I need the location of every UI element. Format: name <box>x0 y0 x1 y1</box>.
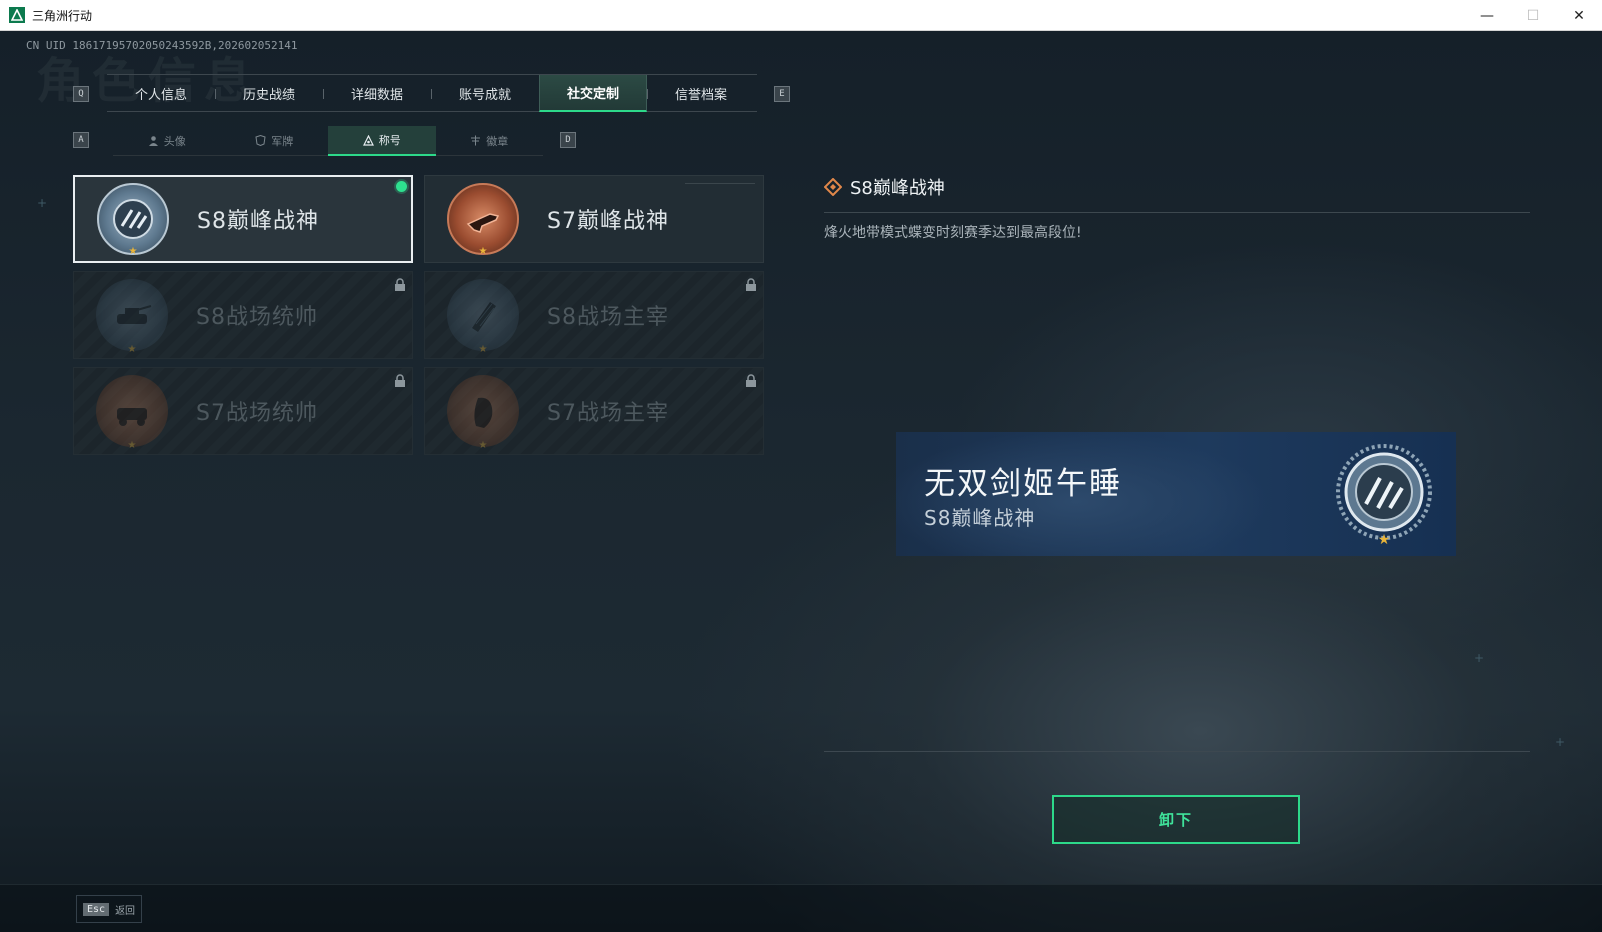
detail-title-text: S8巅峰战神 <box>850 178 945 199</box>
lock-icon <box>395 374 405 387</box>
tab-credit-record[interactable]: 信誉档案 <box>647 75 755 112</box>
back-label: 返回 <box>115 905 136 917</box>
medal-icon <box>471 135 481 146</box>
subtab-prev-key-hint[interactable]: A <box>73 132 89 148</box>
title-card-s8-peak[interactable]: ★ S8巅峰战神 <box>73 175 413 263</box>
window-titlebar: 三角洲行动 — ☐ ✕ <box>0 0 1602 31</box>
tab-social-custom[interactable]: 社交定制 <box>539 75 647 112</box>
subtab-label: 徽章 <box>486 134 509 148</box>
tab-prev-key-hint[interactable]: Q <box>73 86 89 102</box>
minimize-button[interactable]: — <box>1464 0 1510 31</box>
title-card-s8-dominator[interactable]: ★ S8战场主宰 <box>424 271 764 359</box>
subtab-label: 头像 <box>163 134 186 148</box>
diamond-title-icon <box>824 178 842 196</box>
subtab-medal[interactable]: 徽章 <box>435 126 543 156</box>
window-title: 三角洲行动 <box>32 8 93 23</box>
footer-bar: Esc 返回 <box>0 884 1602 932</box>
title-icon <box>362 134 374 146</box>
lock-icon <box>746 278 756 291</box>
lock-icon <box>746 374 756 387</box>
tab-history[interactable]: 历史战绩 <box>215 75 323 112</box>
game-main-area: 角色信息 CN UID 18617195702050243592B,202602… <box>0 31 1602 932</box>
s7-peak-emblem-icon: ★ <box>447 183 519 257</box>
s7-commander-emblem-icon: ★ <box>96 375 168 451</box>
s8-dominator-emblem-icon: ★ <box>447 279 519 355</box>
subtab-label: 军牌 <box>271 134 294 148</box>
title-card-s7-commander[interactable]: ★ S7战场统帅 <box>73 367 413 455</box>
decor-cross: + <box>37 196 48 210</box>
decor-cross: + <box>1555 735 1566 749</box>
title-card-label: S7战场统帅 <box>196 401 318 426</box>
equipped-indicator <box>396 181 407 192</box>
detail-description: 烽火地带模式蝶变时刻赛季达到最高段位! <box>824 225 1082 241</box>
s7-dominator-emblem-icon: ★ <box>447 375 519 451</box>
s8-commander-emblem-icon: ★ <box>96 279 168 355</box>
title-card-s7-dominator[interactable]: ★ S7战场主宰 <box>424 367 764 455</box>
title-card-label: S8巅峰战神 <box>197 209 319 234</box>
s8-peak-emblem-icon: ★ <box>97 183 169 257</box>
badge-icon <box>255 135 266 146</box>
detail-title: S8巅峰战神 <box>824 174 945 200</box>
main-tabs: 个人信息 历史战绩 详细数据 账号成就 社交定制 信誉档案 <box>107 74 757 112</box>
tab-personal-info[interactable]: 个人信息 <box>107 75 215 112</box>
lock-icon <box>395 278 405 291</box>
tab-next-key-hint[interactable]: E <box>774 86 790 102</box>
subtab-label: 称号 <box>378 134 401 147</box>
svg-text:★: ★ <box>1378 532 1391 546</box>
subtab-title[interactable]: 称号 <box>328 126 436 156</box>
title-card-label: S8战场统帅 <box>196 305 318 330</box>
title-card-label: S7战场主宰 <box>547 401 669 426</box>
title-card-label: S7巅峰战神 <box>547 209 669 234</box>
preview-s8-emblem-icon: ★ <box>1336 444 1432 546</box>
sub-tabs: 头像 军牌 称号 徽章 <box>113 126 543 156</box>
title-card-s8-commander[interactable]: ★ S8战场统帅 <box>73 271 413 359</box>
unequip-button[interactable]: 卸下 <box>1052 795 1300 844</box>
tab-detailed-data[interactable]: 详细数据 <box>323 75 431 112</box>
esc-key-hint: Esc <box>83 902 110 916</box>
title-card-s7-peak[interactable]: ★ S7巅峰战神 <box>424 175 764 263</box>
decor-cross: + <box>1474 651 1485 665</box>
person-icon <box>148 136 158 146</box>
uid-label: CN UID 18617195702050243592B,20260205214… <box>26 39 298 52</box>
maximize-button[interactable]: ☐ <box>1510 0 1556 31</box>
title-preview-card: 无双剑姬午睡 S8巅峰战神 ★ <box>896 432 1456 556</box>
tab-achievements[interactable]: 账号成就 <box>431 75 539 112</box>
detail-bottom-divider <box>824 751 1530 752</box>
detail-divider <box>824 212 1530 213</box>
subtab-avatar[interactable]: 头像 <box>113 126 221 156</box>
preview-title: S8巅峰战神 <box>924 506 1036 530</box>
card-decor-line <box>685 183 755 184</box>
title-card-label: S8战场主宰 <box>547 305 669 330</box>
subtab-next-key-hint[interactable]: D <box>560 132 576 148</box>
subtab-dogtag[interactable]: 军牌 <box>220 126 328 156</box>
back-button[interactable]: Esc 返回 <box>76 895 142 923</box>
close-button[interactable]: ✕ <box>1556 0 1602 31</box>
preview-nickname: 无双剑姬午睡 <box>924 466 1122 502</box>
app-logo-icon <box>9 7 25 23</box>
